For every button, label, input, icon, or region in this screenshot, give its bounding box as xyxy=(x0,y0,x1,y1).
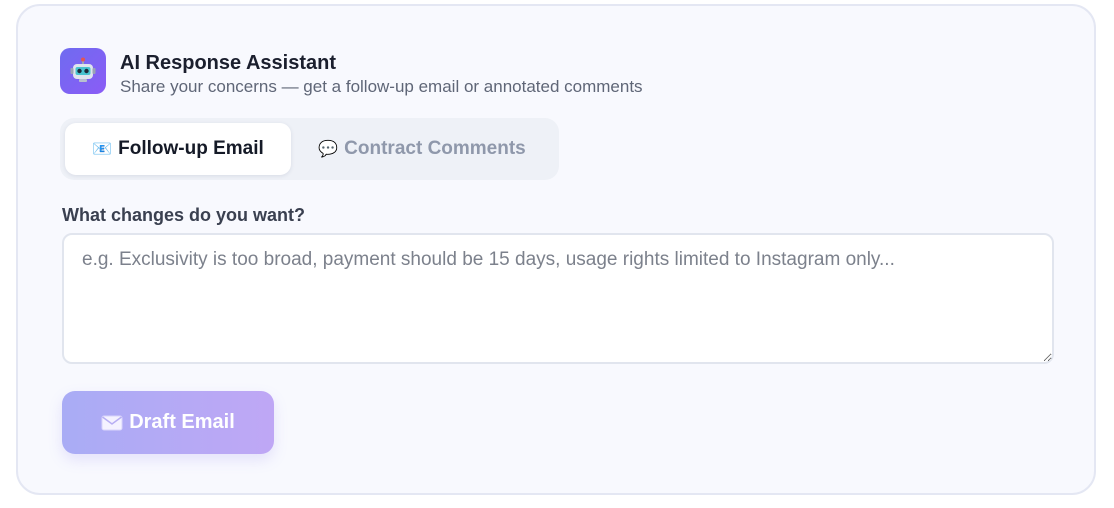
tab-contract-comments[interactable]: 💬 Contract Comments xyxy=(291,123,553,175)
tab-label: Follow-up Email xyxy=(118,138,264,159)
speech-bubble-icon: 💬 xyxy=(318,141,339,158)
mode-tabs: 📧 Follow-up Email 💬 Contract Comments xyxy=(60,118,559,180)
page-title: AI Response Assistant xyxy=(120,52,336,74)
envelope-icon: 📧 xyxy=(92,141,113,158)
page-subtitle: Share your concerns — get a follow-up em… xyxy=(120,77,643,96)
draft-email-label: Draft Email xyxy=(129,411,235,433)
changes-field-label: What changes do you want? xyxy=(62,205,306,225)
draft-email-button[interactable]: Draft Email xyxy=(62,391,274,454)
envelope-icon xyxy=(101,415,123,431)
header: AI Response Assistant Share your concern… xyxy=(60,48,643,98)
tab-follow-up-email[interactable]: 📧 Follow-up Email xyxy=(65,123,291,175)
tab-label: Contract Comments xyxy=(344,138,526,159)
ai-assistant-card: AI Response Assistant Share your concern… xyxy=(16,4,1096,495)
robot-icon xyxy=(60,48,106,94)
changes-textarea[interactable] xyxy=(62,233,1054,364)
